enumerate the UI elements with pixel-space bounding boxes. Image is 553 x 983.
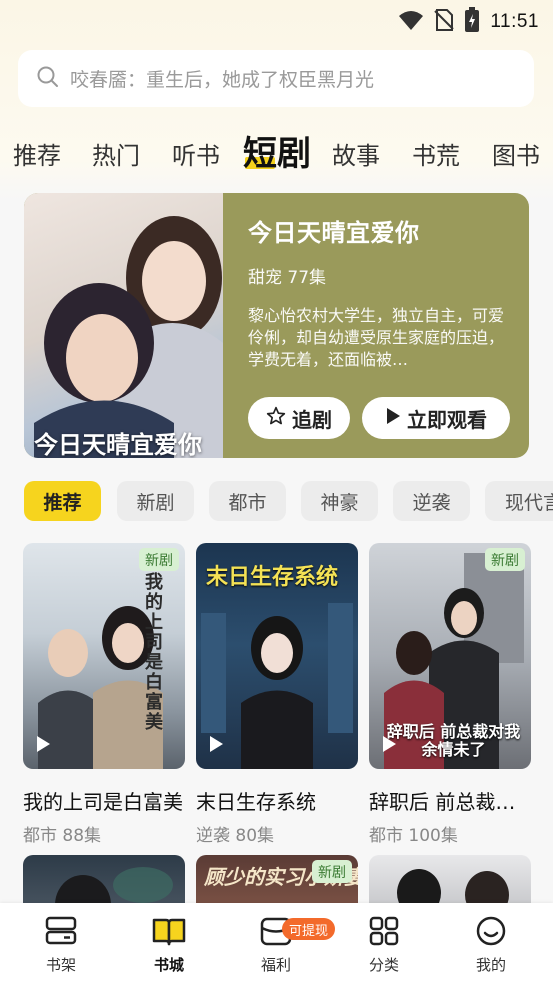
drama-meta: 都市 88集 (23, 826, 102, 846)
new-badge: 新剧 (139, 548, 179, 571)
drama-cover-title: 末日生存系统 (206, 565, 339, 590)
chip-urban[interactable]: 都市 (209, 481, 286, 521)
status-time: 11:51 (490, 11, 539, 32)
chip-recommend[interactable]: 推荐 (24, 481, 101, 521)
featured-info: 今日天晴宜爱你 甜宠 77集 黎心怡农村大学生，独立自主，可爱伶俐，却自幼遭受原… (223, 193, 529, 458)
new-badge: 新剧 (485, 548, 525, 571)
follow-drama-button[interactable]: 追剧 (248, 397, 350, 439)
featured-drama-card[interactable]: 今日天晴宜爱你 今日天晴宜爱你 甜宠 77集 黎心怡农村大学生，独立自主，可爱伶… (24, 193, 529, 458)
featured-cover-title: 今日天晴宜爱你 (34, 431, 202, 458)
category-grid-icon (367, 915, 401, 951)
nav-categories[interactable]: 分类 (344, 915, 424, 975)
nav-rewards[interactable]: 福利 可提现 (236, 915, 336, 975)
category-chips: 推荐 新剧 都市 神豪 逆袭 现代言情 (24, 481, 553, 521)
featured-title: 今日天晴宜爱你 (248, 219, 420, 247)
drama-card[interactable]: 末日生存系统 末日生存系统 逆袭 80集 (196, 543, 358, 846)
search-placeholder: 咬春靥：重生后，她成了权臣黑月光 (70, 69, 375, 91)
nav-profile-label: 我的 (475, 956, 506, 974)
tab-hot[interactable]: 热门 (92, 136, 140, 171)
nav-profile[interactable]: 我的 (451, 915, 531, 975)
drama-cover-title: 辞职后 前总裁对我余情未了 (386, 722, 521, 759)
drama-title: 辞职后 前总裁对我余情未了 (369, 790, 531, 814)
watch-now-button[interactable]: 立即观看 (362, 397, 510, 439)
featured-actions: 追剧 立即观看 (248, 397, 510, 439)
new-badge: 新剧 (312, 860, 352, 883)
nav-bookshelf-label: 书架 (45, 956, 76, 974)
drama-card-partial[interactable] (369, 855, 531, 905)
drama-meta: 都市 100集 (369, 826, 458, 846)
drama-card[interactable]: 我的上司是白富美 新剧 我的上司是白富美 都市 88集 (23, 543, 185, 846)
top-tabs: 推荐 热门 听书 短剧 故事 书荒 图书 (0, 126, 553, 176)
chip-modern-romance[interactable]: 现代言情 (485, 481, 553, 521)
battery-charging-icon (464, 7, 480, 37)
tab-books[interactable]: 图书 (492, 136, 540, 171)
tab-audiobook[interactable]: 听书 (172, 136, 220, 171)
drama-cover-image[interactable]: 末日生存系统 (196, 543, 358, 769)
drama-title: 末日生存系统 (196, 790, 316, 814)
play-icon (35, 735, 51, 757)
tab-short-drama-label: 短剧 (243, 134, 311, 174)
drama-meta: 逆袭 80集 (196, 826, 275, 846)
nav-bookshelf[interactable]: 书架 (21, 915, 101, 975)
tab-story[interactable]: 故事 (332, 136, 380, 171)
nav-categories-label: 分类 (368, 956, 399, 974)
book-open-icon (151, 915, 187, 951)
nav-bookstore[interactable]: 书城 (129, 915, 209, 975)
profile-smile-icon (474, 915, 508, 951)
drama-card-partial[interactable] (23, 855, 185, 905)
chip-new-drama[interactable]: 新剧 (117, 481, 194, 521)
drama-cover-title: 我的上司是白富美 (145, 572, 163, 733)
bottom-navigation: 书架 书城 福利 可提现 分类 我的 (0, 903, 553, 983)
search-bar[interactable]: 咬春靥：重生后，她成了权臣黑月光 (18, 50, 534, 107)
status-bar: 11:51 (0, 0, 553, 40)
drama-card-partial[interactable]: 顾少的实习小娇妻 新剧 (196, 855, 358, 905)
chip-comeback[interactable]: 逆袭 (393, 481, 470, 521)
no-sim-icon (434, 8, 455, 36)
featured-meta: 甜宠 77集 (248, 268, 327, 288)
watch-now-label: 立即观看 (407, 407, 487, 432)
tab-recommend[interactable]: 推荐 (13, 136, 61, 171)
drama-title: 我的上司是白富美 (23, 790, 183, 814)
tab-short-drama[interactable]: 短剧 (243, 126, 311, 175)
search-icon (36, 65, 60, 93)
featured-cover-image[interactable]: 今日天晴宜爱你 (24, 193, 223, 458)
drama-cover-image[interactable]: 辞职后 前总裁对我余情未了 新剧 (369, 543, 531, 769)
wifi-icon (398, 9, 424, 35)
nav-bookstore-label: 书城 (153, 956, 184, 974)
chip-tycoon[interactable]: 神豪 (301, 481, 378, 521)
bookshelf-icon (44, 915, 78, 951)
nav-rewards-label: 福利 (260, 956, 291, 974)
drama-cover-image[interactable]: 我的上司是白富美 新剧 (23, 543, 185, 769)
featured-description: 黎心怡农村大学生，独立自主，可爱伶俐，却自幼遭受原生家庭的压迫，学费无着，还面临… (248, 306, 505, 369)
drama-card[interactable]: 辞职后 前总裁对我余情未了 新剧 辞职后 前总裁对我余情未了 都市 100集 (369, 543, 531, 846)
play-icon (385, 406, 401, 430)
play-icon (208, 735, 224, 757)
withdraw-badge: 可提现 (282, 918, 336, 940)
play-icon (381, 735, 397, 757)
follow-drama-label: 追剧 (292, 407, 332, 432)
star-icon (266, 406, 286, 431)
tab-book-shortage[interactable]: 书荒 (412, 136, 460, 171)
status-icons: 11:51 (398, 7, 539, 37)
